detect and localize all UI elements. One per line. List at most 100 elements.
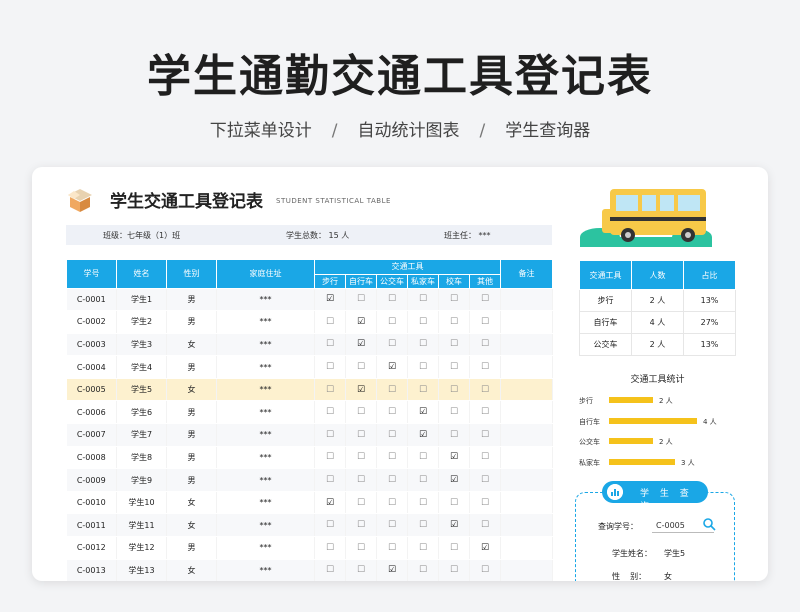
- unchecked-box-icon[interactable]: ☐: [357, 543, 365, 553]
- cell-name[interactable]: 学生2: [116, 310, 167, 334]
- unchecked-box-icon[interactable]: ☐: [450, 317, 458, 327]
- table-row[interactable]: C-0008 学生8 男 *** ☐ ☐ ☐ ☐ ☑ ☐: [66, 446, 553, 470]
- unchecked-box-icon[interactable]: ☐: [419, 498, 427, 508]
- table-row[interactable]: C-0009 学生9 男 *** ☐ ☐ ☐ ☐ ☑ ☐: [66, 468, 553, 492]
- cell-transport-checkbox[interactable]: ☐: [407, 355, 439, 379]
- header-id[interactable]: 学号: [66, 260, 117, 289]
- cell-transport-checkbox[interactable]: ☐: [438, 423, 470, 447]
- cell-transport-checkbox[interactable]: ☐: [438, 378, 470, 402]
- unchecked-box-icon[interactable]: ☐: [450, 430, 458, 440]
- search-icon[interactable]: [702, 517, 716, 531]
- unchecked-box-icon[interactable]: ☐: [326, 452, 334, 462]
- cell-transport-checkbox[interactable]: ☐: [376, 378, 408, 402]
- checked-box-icon[interactable]: ☑: [388, 362, 396, 372]
- cell-name[interactable]: 学生11: [116, 513, 167, 538]
- unchecked-box-icon[interactable]: ☐: [357, 294, 365, 304]
- cell-transport-checkbox[interactable]: ☐: [345, 559, 377, 581]
- cell-name[interactable]: 学生13: [116, 559, 167, 581]
- cell-transport-checkbox[interactable]: ☐: [469, 310, 501, 334]
- cell-transport-checkbox[interactable]: ☑: [376, 355, 408, 379]
- cell-address[interactable]: ***: [216, 491, 315, 515]
- cell-transport-checkbox[interactable]: ☐: [314, 513, 346, 538]
- cell-id[interactable]: C-0008: [66, 446, 117, 470]
- cell-id[interactable]: C-0002: [66, 310, 117, 334]
- cell-name[interactable]: 学生1: [116, 288, 167, 312]
- cell-transport-checkbox[interactable]: ☐: [376, 400, 408, 425]
- cell-gender[interactable]: 男: [166, 310, 217, 334]
- cell-transport-checkbox[interactable]: ☐: [376, 423, 408, 447]
- unchecked-box-icon[interactable]: ☐: [450, 294, 458, 304]
- cell-transport-checkbox[interactable]: ☐: [438, 400, 470, 425]
- header-mode[interactable]: 校车: [438, 274, 470, 289]
- unchecked-box-icon[interactable]: ☐: [450, 543, 458, 553]
- cell-note[interactable]: [500, 513, 553, 538]
- header-mode[interactable]: 私家车: [407, 274, 439, 289]
- cell-address[interactable]: ***: [216, 378, 315, 402]
- unchecked-box-icon[interactable]: ☐: [357, 565, 365, 575]
- unchecked-box-icon[interactable]: ☐: [419, 339, 427, 349]
- unchecked-box-icon[interactable]: ☐: [481, 498, 489, 508]
- checked-box-icon[interactable]: ☑: [450, 452, 458, 462]
- unchecked-box-icon[interactable]: ☐: [419, 294, 427, 304]
- unchecked-box-icon[interactable]: ☐: [388, 520, 396, 530]
- unchecked-box-icon[interactable]: ☐: [388, 407, 396, 417]
- cell-id[interactable]: C-0006: [66, 400, 117, 425]
- unchecked-box-icon[interactable]: ☐: [481, 407, 489, 417]
- table-row[interactable]: C-0003 学生3 女 *** ☐ ☑ ☐ ☐ ☐ ☐: [66, 333, 553, 357]
- table-row[interactable]: C-0010 学生10 女 *** ☑ ☐ ☐ ☐ ☐ ☐: [66, 491, 553, 515]
- cell-address[interactable]: ***: [216, 468, 315, 492]
- unchecked-box-icon[interactable]: ☐: [388, 543, 396, 553]
- cell-transport-checkbox[interactable]: ☐: [376, 333, 408, 357]
- unchecked-box-icon[interactable]: ☐: [481, 520, 489, 530]
- cell-transport-checkbox[interactable]: ☐: [314, 536, 346, 560]
- cell-address[interactable]: ***: [216, 423, 315, 447]
- unchecked-box-icon[interactable]: ☐: [357, 520, 365, 530]
- cell-transport-checkbox[interactable]: ☐: [376, 491, 408, 515]
- header-mode[interactable]: 其他: [469, 274, 501, 289]
- cell-transport-checkbox[interactable]: ☑: [438, 468, 470, 492]
- cell-id[interactable]: C-0010: [66, 491, 117, 515]
- cell-transport-checkbox[interactable]: ☐: [407, 468, 439, 492]
- unchecked-box-icon[interactable]: ☐: [388, 294, 396, 304]
- cell-transport-checkbox[interactable]: ☐: [407, 333, 439, 357]
- cell-transport-checkbox[interactable]: ☑: [314, 288, 346, 312]
- header-mode[interactable]: 自行车: [345, 274, 377, 289]
- cell-note[interactable]: [500, 536, 553, 560]
- table-row[interactable]: C-0004 学生4 男 *** ☐ ☐ ☑ ☐ ☐ ☐: [66, 355, 553, 379]
- cell-gender[interactable]: 男: [166, 536, 217, 560]
- cell-transport-checkbox[interactable]: ☐: [345, 400, 377, 425]
- unchecked-box-icon[interactable]: ☐: [326, 565, 334, 575]
- unchecked-box-icon[interactable]: ☐: [450, 498, 458, 508]
- cell-transport-checkbox[interactable]: ☐: [314, 355, 346, 379]
- cell-transport-checkbox[interactable]: ☑: [345, 310, 377, 334]
- cell-id[interactable]: C-0003: [66, 333, 117, 357]
- header-name[interactable]: 姓名: [116, 260, 167, 289]
- cell-transport-checkbox[interactable]: ☐: [469, 400, 501, 425]
- cell-transport-checkbox[interactable]: ☑: [314, 491, 346, 515]
- cell-transport-checkbox[interactable]: ☐: [376, 288, 408, 312]
- unchecked-box-icon[interactable]: ☐: [357, 407, 365, 417]
- cell-note[interactable]: [500, 333, 553, 357]
- cell-id[interactable]: C-0009: [66, 468, 117, 492]
- unchecked-box-icon[interactable]: ☐: [481, 430, 489, 440]
- checked-box-icon[interactable]: ☑: [419, 430, 427, 440]
- cell-transport-checkbox[interactable]: ☑: [407, 423, 439, 447]
- cell-note[interactable]: [500, 468, 553, 492]
- cell-transport-checkbox[interactable]: ☐: [469, 491, 501, 515]
- unchecked-box-icon[interactable]: ☐: [419, 452, 427, 462]
- cell-gender[interactable]: 女: [166, 333, 217, 357]
- unchecked-box-icon[interactable]: ☐: [419, 317, 427, 327]
- unchecked-box-icon[interactable]: ☐: [326, 520, 334, 530]
- unchecked-box-icon[interactable]: ☐: [357, 452, 365, 462]
- cell-transport-checkbox[interactable]: ☐: [345, 468, 377, 492]
- unchecked-box-icon[interactable]: ☐: [419, 565, 427, 575]
- cell-gender[interactable]: 女: [166, 378, 217, 402]
- unchecked-box-icon[interactable]: ☐: [326, 362, 334, 372]
- unchecked-box-icon[interactable]: ☐: [388, 385, 396, 395]
- table-row[interactable]: C-0007 学生7 男 *** ☐ ☐ ☐ ☑ ☐ ☐: [66, 423, 553, 447]
- checked-box-icon[interactable]: ☑: [419, 407, 427, 417]
- unchecked-box-icon[interactable]: ☐: [388, 452, 396, 462]
- unchecked-box-icon[interactable]: ☐: [481, 385, 489, 395]
- cell-address[interactable]: ***: [216, 333, 315, 357]
- cell-transport-checkbox[interactable]: ☐: [469, 468, 501, 492]
